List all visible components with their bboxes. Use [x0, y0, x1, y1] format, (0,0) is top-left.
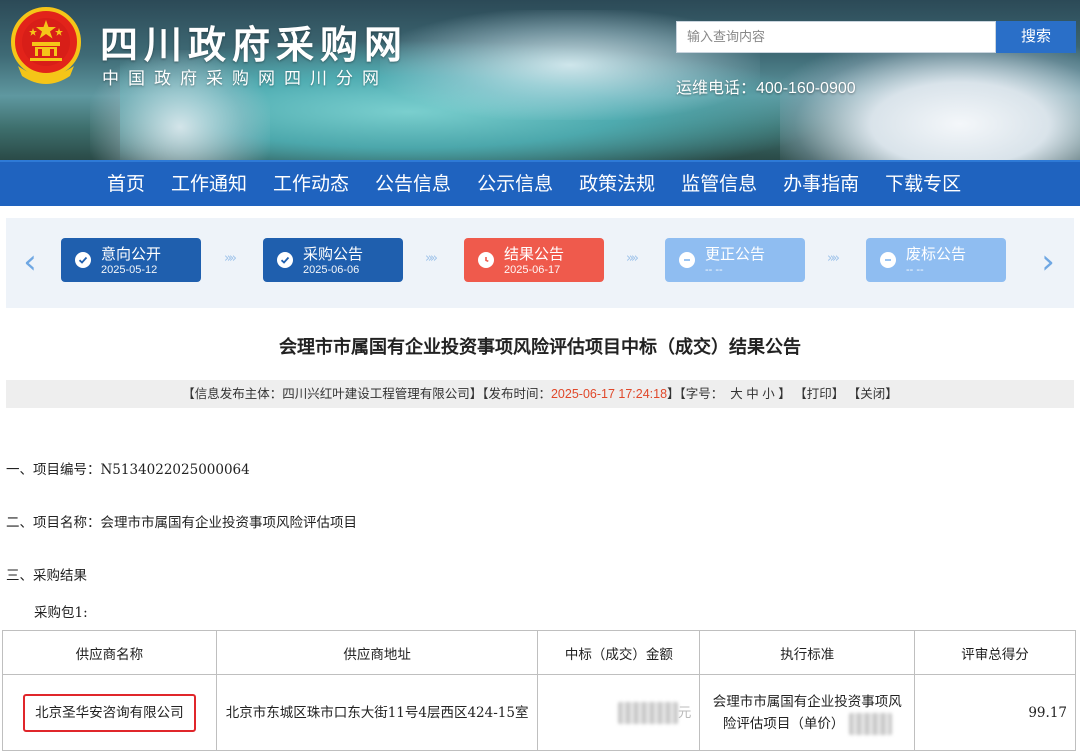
amount-unit: 元: [677, 704, 692, 721]
step-result-notice[interactable]: 结果公告 2025-06-17: [464, 238, 604, 282]
step-label: 结果公告: [504, 246, 565, 263]
nav-item-guide[interactable]: 办事指南: [770, 162, 872, 206]
supplier-name-highlight: 北京圣华安咨询有限公司: [23, 693, 196, 732]
score-cell: 99.17: [914, 674, 1076, 751]
step-label: 意向公开: [101, 246, 162, 263]
nav-item-work-notice[interactable]: 工作通知: [158, 162, 260, 206]
minus-icon: [880, 252, 896, 268]
page-title: 会理市市属国有企业投资事项风险评估项目中标（成交）结果公告: [279, 337, 801, 358]
step-cancellation-notice[interactable]: 废标公告 -- --: [866, 238, 1006, 282]
minus-icon: [679, 252, 695, 268]
step-date: 2025-06-17: [504, 264, 561, 276]
check-icon: [277, 252, 293, 268]
nav-item-policies[interactable]: 政策法规: [566, 162, 668, 206]
step-date: 2025-05-12: [101, 264, 158, 276]
support-hotline: 运维电话：400-160-0900: [676, 80, 856, 97]
clock-icon: [478, 252, 494, 268]
header-banner: 四川政府采购网 中国政府采购网四川分网 输入查询内容 搜索 运维电话：400-1…: [0, 0, 1080, 160]
print-button[interactable]: 【打印】: [794, 387, 844, 401]
font-size-large-button[interactable]: 大: [730, 387, 743, 401]
step-separator-icon: »»: [626, 251, 639, 266]
publisher-info: 【信息发布主体：四川兴红叶建设工程管理有限公司】【发布时间：: [182, 387, 551, 401]
banner-snow-forest-image: [780, 40, 1080, 160]
address-cell: 北京市东城区珠市口东大街11号4层西区424-15室: [215, 674, 539, 751]
step-label: 废标公告: [906, 246, 967, 263]
result-table: 供应商名称 供应商地址 中标（成交）金额 执行标准 评审总得分 北京圣华安咨询有…: [2, 630, 1076, 751]
step-label: 采购公告: [303, 246, 364, 263]
col-header-address: 供应商地址: [215, 630, 539, 675]
step-procurement-notice[interactable]: 采购公告 2025-06-06: [263, 238, 403, 282]
font-size-label: 】【字号：: [667, 387, 724, 401]
national-emblem-icon: [11, 7, 81, 84]
table-row: 北京圣华安咨询有限公司 北京市东城区珠市口东大街11号4层西区424-15室 0…: [2, 674, 1076, 751]
publish-meta-bar: 【信息发布主体：四川兴红叶建设工程管理有限公司】【发布时间：2025-06-17…: [6, 380, 1074, 408]
col-header-supplier: 供应商名称: [2, 630, 217, 675]
step-date: -- --: [906, 264, 924, 276]
nav-item-publicity[interactable]: 公示信息: [464, 162, 566, 206]
nav-item-downloads[interactable]: 下载专区: [872, 162, 974, 206]
package-label: 采购包1:: [34, 605, 88, 621]
font-size-medium-button[interactable]: 中: [746, 387, 759, 401]
font-size-suffix: 】: [778, 387, 791, 401]
main-nav: 首页 工作通知 工作动态 公告信息 公示信息 政策法规 监管信息 办事指南 下载…: [0, 160, 1080, 206]
font-size-small-button[interactable]: 小: [762, 387, 775, 401]
site-subtitle: 中国政府采购网四川分网: [102, 69, 388, 88]
publish-time: 2025-06-17 17:24:18: [550, 387, 668, 401]
step-separator-icon: »»: [425, 251, 438, 266]
col-header-amount: 中标（成交）金额: [537, 630, 701, 675]
table-header-row: 供应商名称 供应商地址 中标（成交）金额 执行标准 评审总得分: [2, 630, 1076, 675]
redacted-amount: 0000000: [617, 701, 678, 724]
process-steps: ‹ 意向公开 2025-05-12 »» 采购公告 2025-06-06 »» …: [6, 218, 1074, 308]
check-icon: [75, 252, 91, 268]
nav-item-home[interactable]: 首页: [94, 162, 158, 206]
standard-cell: 会理市市属国有企业投资事项风险评估项目（单价） 00000: [699, 674, 916, 751]
step-separator-icon: »»: [827, 251, 840, 266]
next-arrow-icon[interactable]: ›: [1036, 244, 1060, 280]
close-button[interactable]: 【关闭】: [848, 387, 898, 401]
nav-item-announcements[interactable]: 公告信息: [362, 162, 464, 206]
amount-cell: 0000000元: [537, 674, 701, 751]
site-title: 四川政府采购网: [100, 23, 409, 67]
step-separator-icon: »»: [224, 251, 237, 266]
project-number: 一、项目编号：N5134022025000064: [6, 462, 250, 478]
redacted-unit-price: 00000: [848, 712, 892, 735]
nav-item-work-news[interactable]: 工作动态: [260, 162, 362, 206]
search-button[interactable]: 搜索: [996, 21, 1076, 53]
section-procurement-result: 三、采购结果: [6, 568, 87, 584]
step-correction-notice[interactable]: 更正公告 -- --: [665, 238, 805, 282]
step-label: 更正公告: [705, 246, 766, 263]
project-name: 二、项目名称：会理市市属国有企业投资事项风险评估项目: [6, 515, 357, 531]
nav-item-supervision[interactable]: 监管信息: [668, 162, 770, 206]
search-input[interactable]: 输入查询内容: [676, 21, 996, 53]
step-intent-disclosure[interactable]: 意向公开 2025-05-12: [61, 238, 201, 282]
col-header-score: 评审总得分: [914, 630, 1076, 675]
prev-arrow-icon[interactable]: ‹: [18, 244, 42, 280]
step-date: 2025-06-06: [303, 264, 360, 276]
col-header-standard: 执行标准: [699, 630, 916, 675]
supplier-cell: 北京圣华安咨询有限公司: [2, 674, 217, 751]
step-date: -- --: [705, 264, 723, 276]
